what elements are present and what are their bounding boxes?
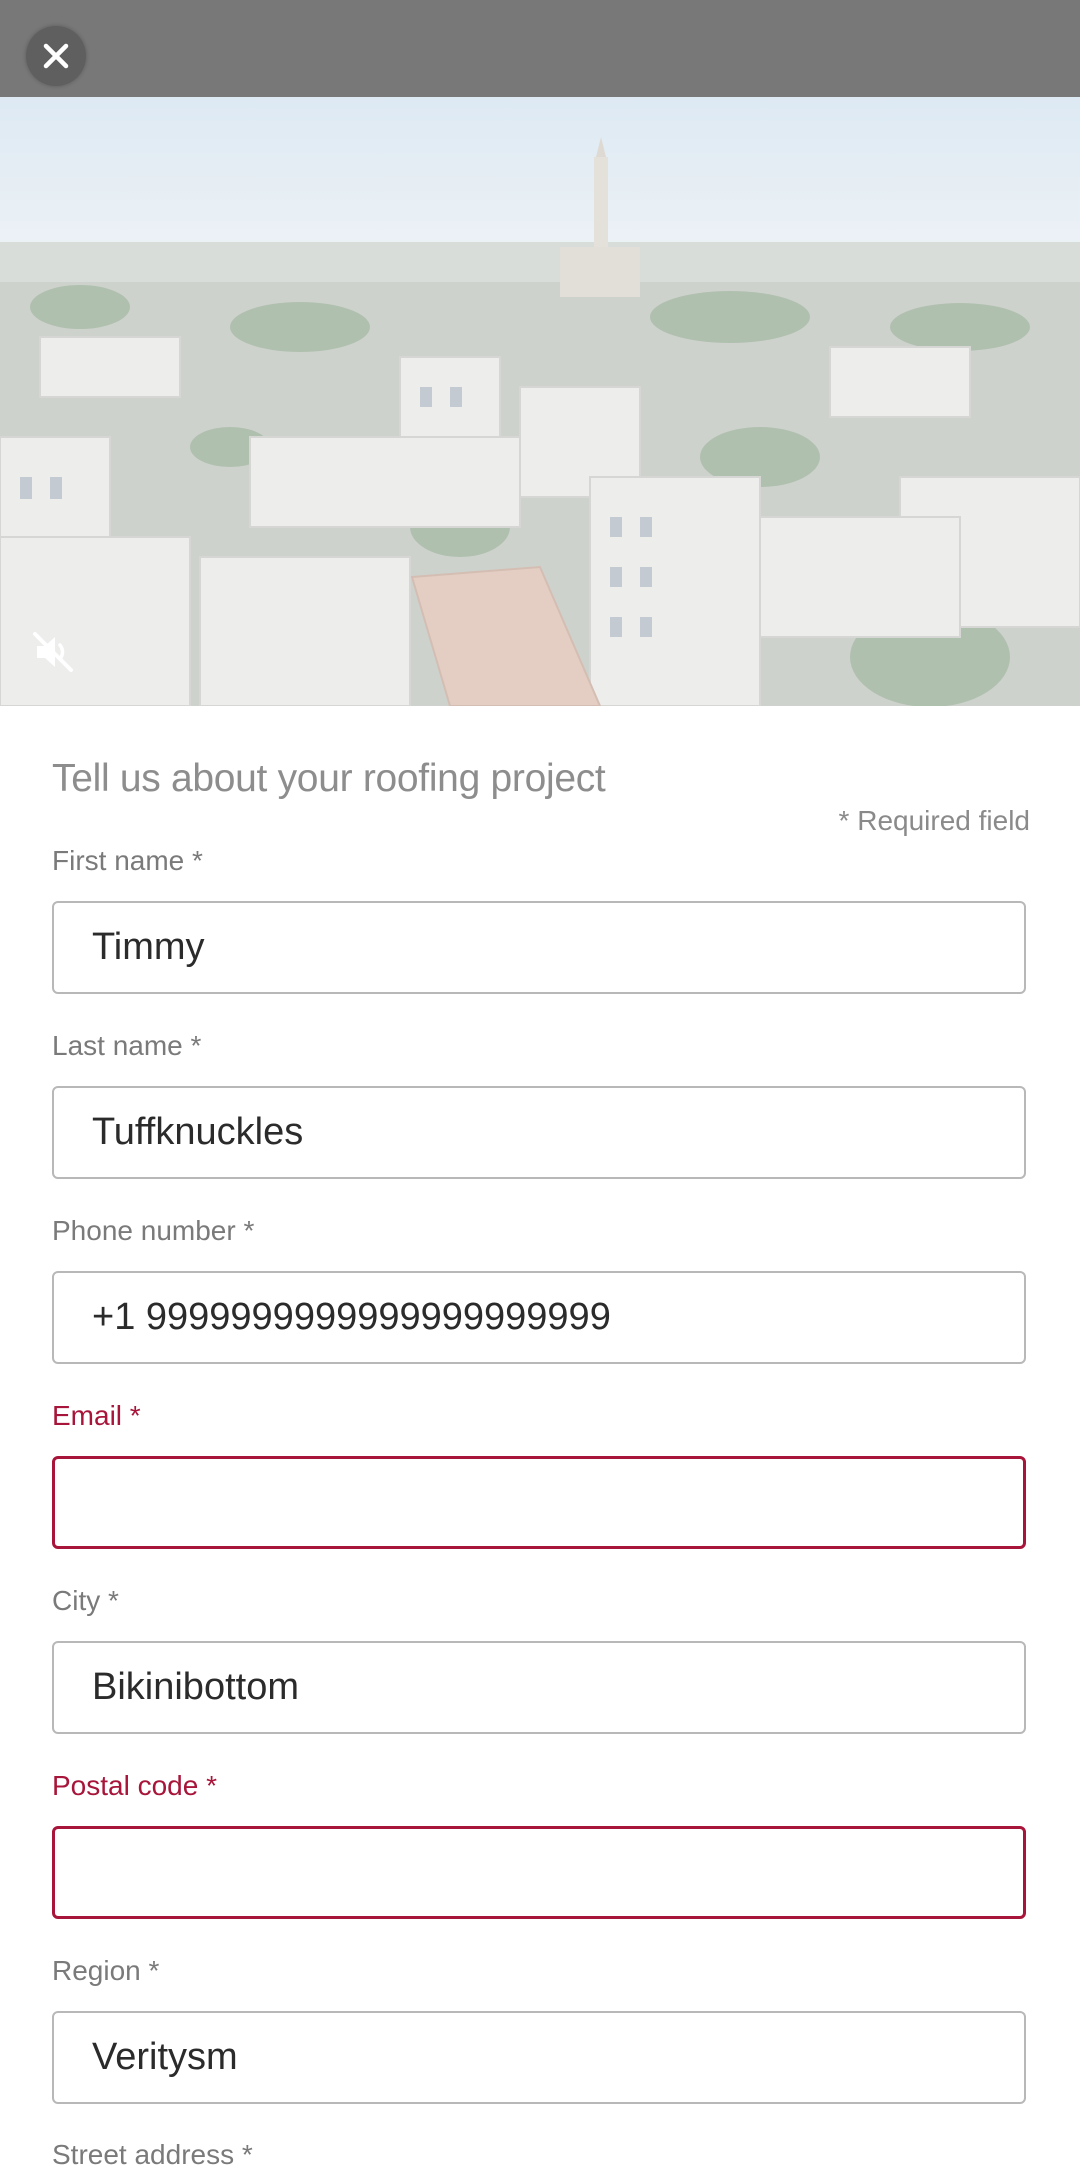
first-name-field[interactable]: Timmy (52, 901, 1026, 994)
phone-number-value: +1 9999999999999999999999 (92, 1296, 611, 1338)
city-field[interactable]: Bikinibottom (52, 1641, 1026, 1734)
email-label: Email * (52, 1400, 141, 1431)
mute-button[interactable] (28, 627, 78, 677)
phone-number-field[interactable]: +1 9999999999999999999999 (52, 1271, 1026, 1364)
phone-number-label: Phone number * (52, 1215, 255, 1246)
top-bar (0, 0, 1080, 97)
email-field[interactable] (52, 1456, 1026, 1549)
region-value: Veritysm (92, 2036, 238, 2078)
street-address-label: Street address * (52, 2139, 253, 2170)
required-field-note: * Required field (838, 805, 1030, 836)
postal-code-label: Postal code * (52, 1770, 217, 1801)
last-name-label: Last name * (52, 1030, 202, 1061)
close-button[interactable] (26, 26, 86, 86)
postal-code-field[interactable] (52, 1826, 1026, 1919)
region-field[interactable]: Veritysm (52, 2011, 1026, 2104)
city-value: Bikinibottom (92, 1666, 299, 1708)
city-aerial-image (0, 97, 1080, 706)
form-title: Tell us about your roofing project (52, 757, 606, 800)
region-label: Region * (52, 1955, 160, 1986)
lead-form: Tell us about your roofing project * Req… (0, 706, 1080, 2170)
last-name-value: Tuffknuckles (92, 1111, 304, 1153)
first-name-label: First name * (52, 845, 203, 876)
hero-video[interactable] (0, 97, 1080, 706)
volume-muted-icon (33, 632, 73, 672)
city-label: City * (52, 1585, 119, 1616)
close-icon (43, 43, 69, 69)
last-name-field[interactable]: Tuffknuckles (52, 1086, 1026, 1179)
first-name-value: Timmy (92, 926, 205, 968)
